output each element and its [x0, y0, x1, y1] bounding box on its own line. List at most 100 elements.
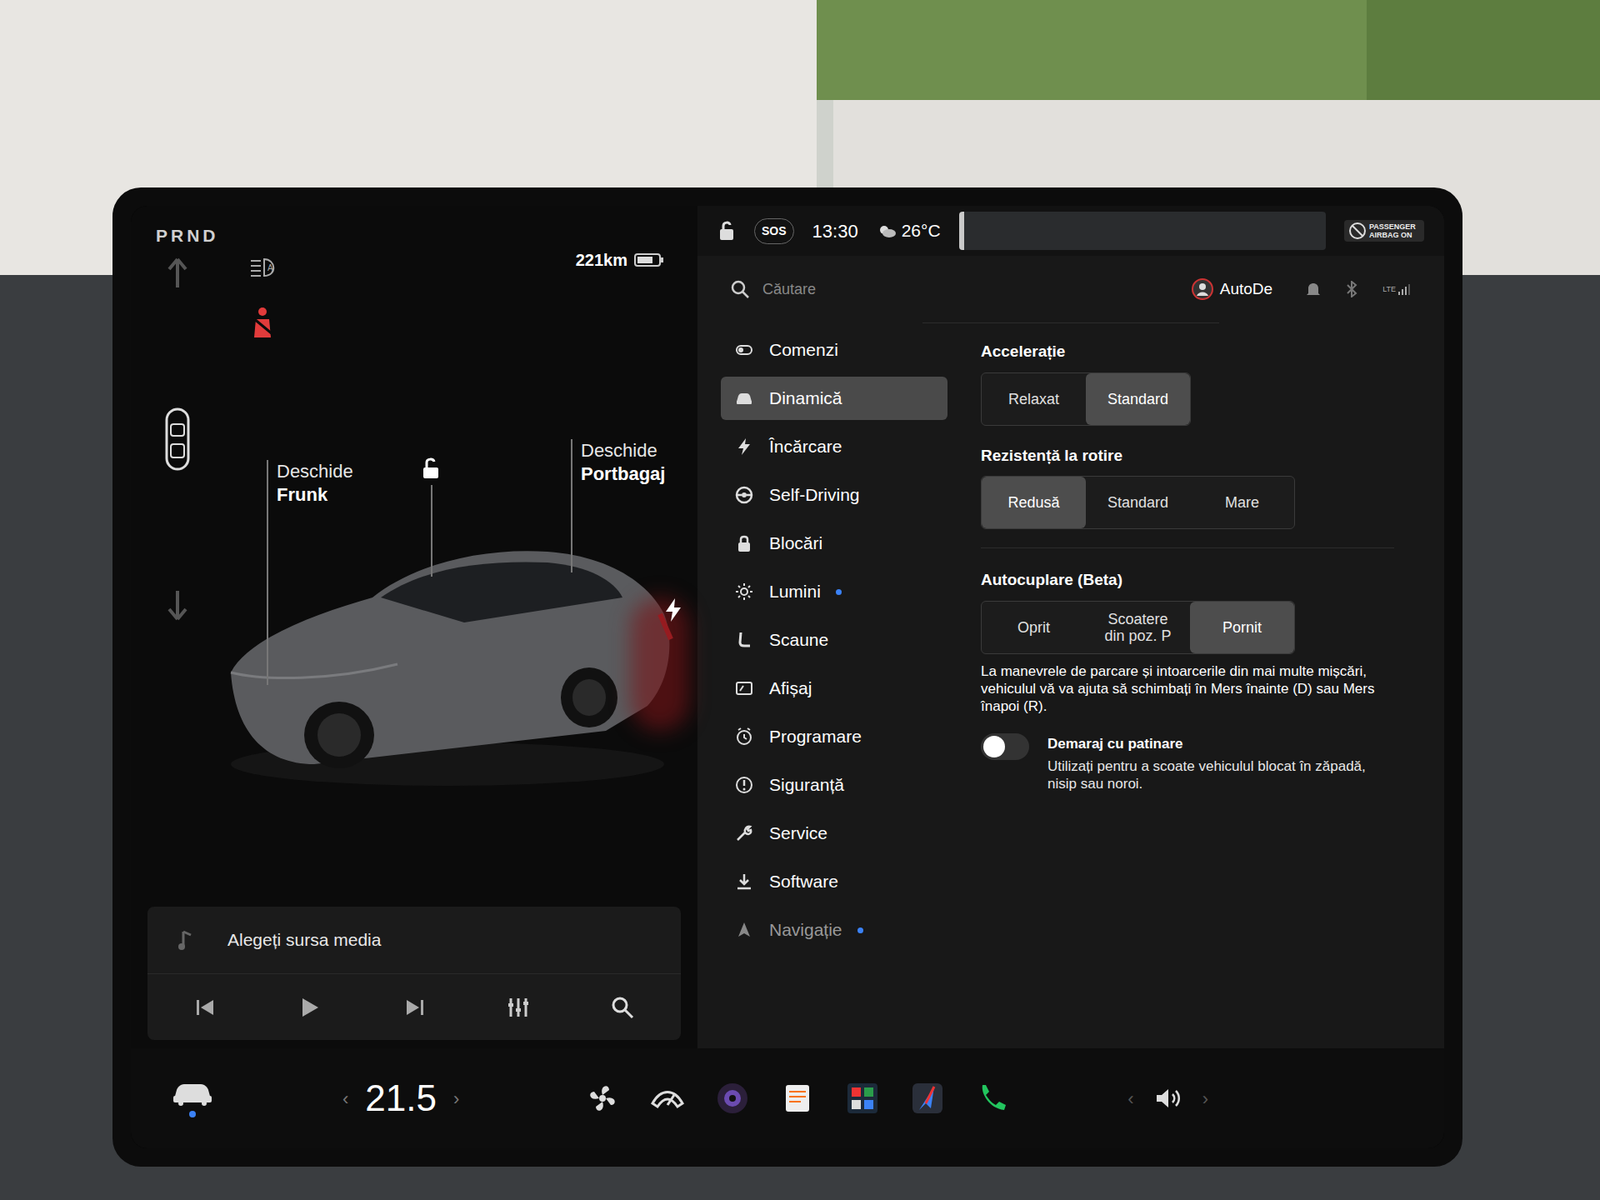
- car-panel: PRND A 221km DeschideFrunk DeschidePortbagaj…: [130, 205, 698, 1049]
- auto-headlights-icon: A: [247, 255, 281, 280]
- music-note-icon: [177, 928, 195, 952]
- menu-item-icon: [734, 340, 755, 360]
- camera-icon[interactable]: [714, 1080, 751, 1117]
- cloud-sun-icon: [876, 223, 897, 239]
- sidebar-item[interactable]: Comenzi: [720, 328, 948, 372]
- notification-dot: [835, 589, 842, 595]
- lock-status-icon: [717, 220, 736, 242]
- sidebar-item[interactable]: Programare: [720, 715, 948, 759]
- airbag-icon: [1349, 222, 1366, 240]
- battery-range: 221km: [575, 247, 665, 273]
- slip-start-toggle[interactable]: [980, 733, 1030, 760]
- sidebar-item[interactable]: Încărcare: [720, 425, 948, 469]
- segment-option[interactable]: Pornit: [1190, 601, 1295, 654]
- setting-group: Autocuplare (Beta)OpritScoatere din poz.…: [980, 547, 1395, 715]
- sos-button[interactable]: SOS: [754, 218, 795, 245]
- menu-item-icon: [734, 630, 755, 650]
- temp-up-icon[interactable]: ›: [453, 1085, 460, 1113]
- next-icon[interactable]: [397, 990, 431, 1025]
- segmented-control: OpritScoatere din poz. PPornit: [980, 600, 1295, 655]
- temp-down-icon[interactable]: ‹: [342, 1085, 349, 1113]
- clock: 13:30: [812, 217, 859, 245]
- menu-item-icon: [734, 871, 755, 892]
- sidebar-item[interactable]: Service: [720, 811, 948, 855]
- segment-option[interactable]: Relaxat: [981, 373, 1086, 425]
- notes-icon[interactable]: [779, 1080, 816, 1117]
- dynamics-settings: AccelerațieRelaxatStandard Rezistență la …: [947, 323, 1445, 1049]
- driver-profile[interactable]: AutoDe: [1191, 277, 1273, 302]
- sidebar-item[interactable]: Self-Driving: [720, 473, 948, 517]
- airbag-indicator: PASSENGER AIRBAG ON: [1344, 220, 1425, 242]
- car-button[interactable]: [159, 1079, 226, 1118]
- segment-option[interactable]: Oprit: [981, 601, 1086, 654]
- volume-control[interactable]: ‹›: [1127, 1085, 1209, 1113]
- down-arrow-icon: [165, 589, 190, 623]
- unlock-icon: [418, 455, 444, 481]
- segment-option[interactable]: Redusă: [981, 476, 1086, 529]
- sidebar-item[interactable]: Navigație: [720, 908, 948, 952]
- navigation-icon[interactable]: [909, 1080, 946, 1117]
- setting-group: AccelerațieRelaxatStandard: [980, 340, 1395, 426]
- charge-port-icon: [664, 597, 683, 623]
- sidebar-item[interactable]: Dinamică: [720, 376, 948, 420]
- bottom-bar: ‹21.5›‹›: [130, 1048, 1445, 1149]
- climate-temperature[interactable]: ‹21.5›: [342, 1070, 460, 1126]
- segmented-control: RelaxatStandard: [980, 372, 1191, 426]
- open-trunk-button[interactable]: DeschidePortbagaj: [580, 439, 665, 486]
- wiper-icon[interactable]: [649, 1080, 686, 1117]
- volume-up-icon[interactable]: ›: [1202, 1085, 1209, 1113]
- seatbelt-warning-icon: [247, 305, 278, 340]
- segment-option[interactable]: Standard: [1085, 476, 1190, 529]
- gear-track[interactable]: [162, 255, 193, 623]
- bluetooth-icon: [1345, 280, 1358, 298]
- car-icon: [170, 1079, 215, 1106]
- charge-port-glow: [630, 597, 690, 731]
- menu-item-icon: [734, 823, 755, 844]
- menu-item-icon: [734, 533, 755, 554]
- signal-bars-icon: [1397, 283, 1411, 295]
- segment-option[interactable]: Standard: [1085, 373, 1190, 425]
- volume-down-icon[interactable]: ‹: [1127, 1085, 1134, 1113]
- settings-sidebar: ComenziDinamică ÎncărcareSelf-DrivingBloc…: [697, 323, 948, 1049]
- cellular-signal: LTE: [1382, 283, 1411, 295]
- phone-icon[interactable]: [974, 1080, 1011, 1117]
- notification-bell-icon: [1305, 280, 1321, 298]
- settings-panel: SOS 13:30 26°C PASSENGER AIRBAG ON AutoDe LTE…: [697, 205, 1445, 1049]
- segment-option[interactable]: Scoatere din poz. P: [1085, 601, 1190, 654]
- menu-item-icon: [734, 678, 755, 699]
- sidebar-item[interactable]: Scaune: [720, 618, 948, 662]
- previous-icon[interactable]: [189, 990, 223, 1025]
- play-icon[interactable]: [293, 990, 327, 1025]
- sidebar-item[interactable]: Blocări: [720, 521, 948, 565]
- segment-option[interactable]: Mare: [1190, 476, 1295, 529]
- display-bezel: PRND A 221km DeschideFrunk DeschidePortbagaj…: [112, 187, 1463, 1167]
- equalizer-icon[interactable]: [501, 990, 535, 1025]
- car-top-icon: [163, 405, 192, 473]
- sidebar-item[interactable]: Afișaj: [720, 666, 948, 710]
- battery-icon: [634, 252, 665, 268]
- speaker-icon: [1154, 1086, 1183, 1110]
- menu-item-icon: [734, 920, 755, 940]
- open-frunk-button[interactable]: DeschideFrunk: [276, 460, 354, 507]
- map-preview[interactable]: [959, 211, 1326, 250]
- apps-icon[interactable]: [844, 1080, 881, 1117]
- menu-item-icon: [734, 581, 755, 602]
- search-icon: [730, 280, 750, 299]
- gear-selector[interactable]: PRND: [155, 222, 220, 250]
- fan-icon[interactable]: [584, 1080, 621, 1117]
- profile-icon: [1191, 278, 1214, 300]
- sidebar-item[interactable]: Software: [720, 860, 948, 904]
- setting-group: Rezistență la rotireRedusăStandardMare: [980, 444, 1395, 530]
- menu-item-icon: [734, 436, 755, 457]
- car-illustration: [214, 514, 681, 790]
- search-icon[interactable]: [605, 990, 640, 1025]
- search-input[interactable]: [762, 278, 1179, 301]
- weather: 26°C: [876, 217, 941, 245]
- sidebar-item[interactable]: Lumini: [720, 570, 948, 614]
- sidebar-item[interactable]: Siguranță: [720, 763, 948, 807]
- segmented-control: RedusăStandardMare: [980, 475, 1295, 530]
- media-source-button[interactable]: Alegeți sursa media: [227, 926, 381, 954]
- menu-item-icon: [734, 485, 755, 505]
- menu-item-icon: [734, 726, 755, 747]
- menu-item-icon: [734, 775, 755, 795]
